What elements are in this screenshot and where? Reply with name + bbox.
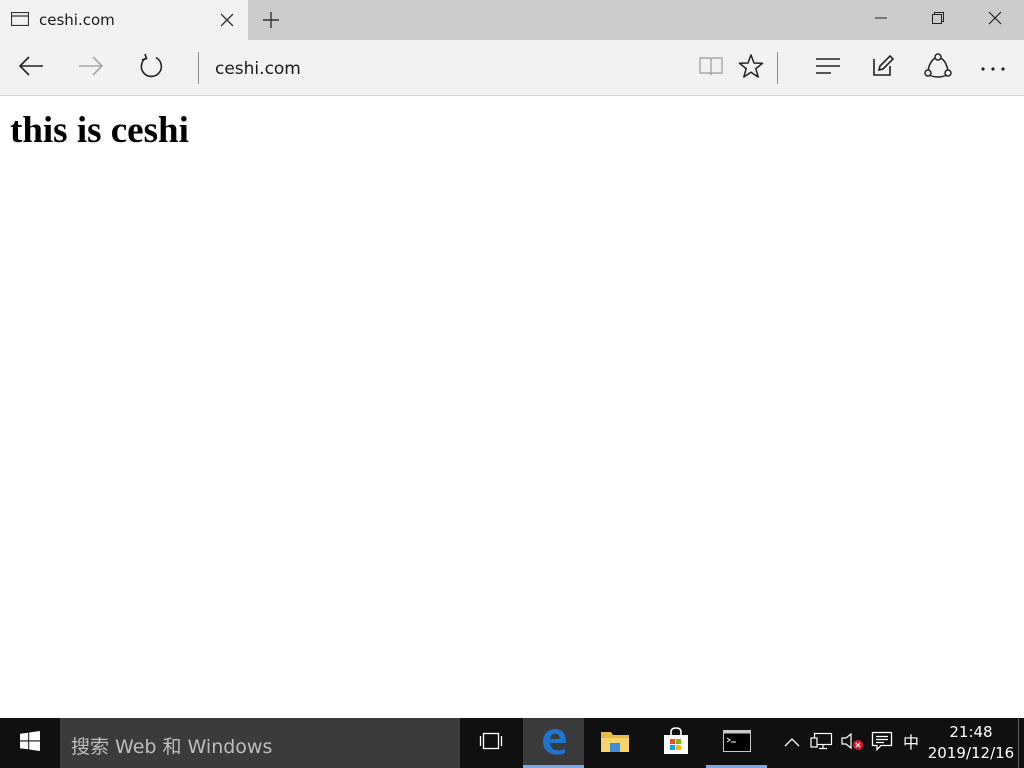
cmd-icon <box>722 729 751 757</box>
edge-icon <box>540 727 568 760</box>
forward-button[interactable] <box>73 50 109 86</box>
page-heading: this is ceshi <box>10 110 189 151</box>
action-center-icon <box>871 731 893 756</box>
store-icon <box>662 726 690 760</box>
close-window-button[interactable] <box>966 0 1023 40</box>
close-icon[interactable] <box>218 11 236 29</box>
volume-muted-icon <box>840 731 864 756</box>
plus-icon[interactable] <box>260 9 282 31</box>
forward-arrow-icon <box>78 55 104 82</box>
back-button[interactable] <box>13 50 49 86</box>
volume-button[interactable] <box>838 718 866 768</box>
taskbar: 搜索 Web 和 Windows 中 21:48 2019/12/16 <box>0 718 1024 768</box>
clock-date: 2019/12/16 <box>927 744 1015 762</box>
action-center-button[interactable] <box>869 718 895 768</box>
more-icon <box>980 59 1006 77</box>
network-icon <box>810 732 834 755</box>
tab-title: ceshi.com <box>39 11 115 29</box>
restore-button[interactable] <box>909 0 966 40</box>
taskbar-edge[interactable] <box>523 718 584 768</box>
favorite-star-icon <box>738 53 764 84</box>
reading-view-button[interactable] <box>693 50 729 86</box>
minimize-button[interactable] <box>852 0 909 40</box>
close-icon <box>988 11 1002 30</box>
chevron-up-icon <box>784 734 800 752</box>
taskbar-store[interactable] <box>645 718 706 768</box>
input-method-indicator[interactable]: 中 <box>900 718 922 768</box>
toolbar-divider <box>777 52 778 84</box>
restore-icon <box>931 11 944 29</box>
show-hidden-icons[interactable] <box>780 718 804 768</box>
start-button[interactable] <box>0 718 60 768</box>
more-button[interactable] <box>975 50 1011 86</box>
web-note-icon <box>871 54 895 83</box>
share-button[interactable] <box>920 50 956 86</box>
web-page-content: this is ceshi <box>0 97 1024 718</box>
refresh-button[interactable] <box>133 50 169 86</box>
reading-view-icon <box>698 55 724 82</box>
address-bar[interactable]: ceshi.com <box>215 59 301 79</box>
browser-tab[interactable]: ceshi.com <box>0 0 248 40</box>
back-arrow-icon <box>18 55 44 82</box>
file-explorer-icon <box>600 729 630 758</box>
tab-strip: ceshi.com <box>0 0 1024 40</box>
clock[interactable]: 21:48 2019/12/16 <box>924 722 1018 764</box>
task-view-button[interactable] <box>460 718 521 768</box>
taskbar-cmd[interactable] <box>706 718 767 768</box>
show-desktop-button[interactable] <box>1018 718 1024 768</box>
refresh-icon <box>138 53 164 84</box>
taskbar-file-explorer[interactable] <box>584 718 645 768</box>
task-view-icon <box>479 732 503 755</box>
network-button[interactable] <box>808 718 836 768</box>
page-icon <box>10 11 30 27</box>
browser-toolbar: ceshi.com <box>0 40 1024 96</box>
windows-logo-icon <box>20 730 40 756</box>
clock-time: 21:48 <box>949 723 993 741</box>
favorite-button[interactable] <box>733 50 769 86</box>
share-icon <box>924 52 952 84</box>
address-divider <box>198 52 199 84</box>
hub-icon <box>815 57 841 80</box>
search-placeholder: 搜索 Web 和 Windows <box>71 736 273 758</box>
search-box[interactable]: 搜索 Web 和 Windows <box>60 718 460 768</box>
hub-button[interactable] <box>810 50 846 86</box>
web-note-button[interactable] <box>865 50 901 86</box>
minimize-icon <box>874 11 887 29</box>
